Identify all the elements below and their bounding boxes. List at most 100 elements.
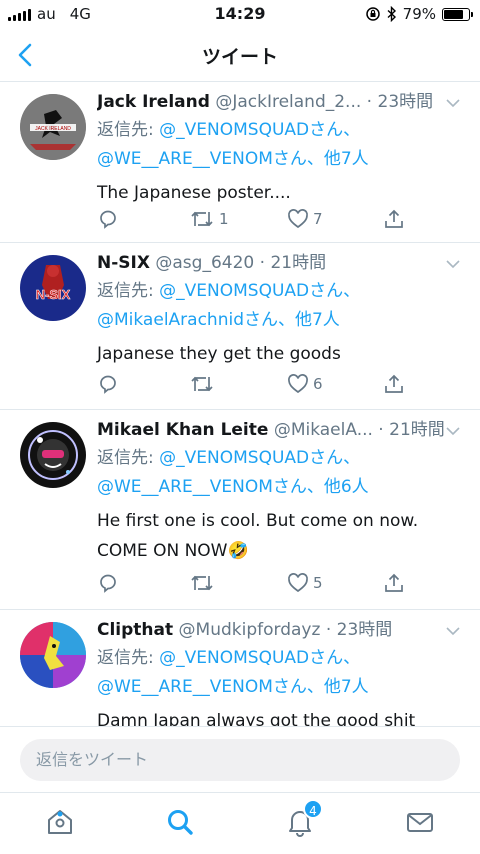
tweet-time: 23時間 [336, 620, 393, 640]
tweet-time: 21時間 [270, 253, 327, 273]
mail-icon[interactable] [405, 807, 435, 837]
author-handle[interactable]: @MikaelA... [274, 420, 373, 440]
tweet-text: Japanese they get the goods [97, 344, 341, 364]
reply-context: 返信先: @_VENOMSQUADさん、 @MikaelArachnidさん、他… [97, 277, 466, 335]
tweet-time: 23時間 [377, 92, 434, 112]
reply-icon [100, 375, 116, 394]
notification-badge: 4 [303, 799, 323, 819]
reply-prefix: 返信先: [97, 120, 160, 140]
search-icon[interactable] [165, 807, 195, 837]
battery-icon [442, 7, 473, 21]
tweet-actions: 5 [97, 572, 427, 596]
tweet-header: Jack Ireland @JackIreland_2... · 23時間 [97, 90, 466, 114]
author-name[interactable]: N-SIX [97, 253, 150, 273]
reply-prefix: 返信先: [97, 281, 160, 301]
separator-dot: · [254, 253, 271, 273]
reply-context: 返信先: @_VENOMSQUADさん、 @WE__ARE__VENOMさん、他… [97, 444, 466, 502]
reply-composer: 返信をツイート [0, 726, 480, 792]
reply-context: 返信先: @_VENOMSQUADさん、 @WE__ARE__VENOMさん、他… [97, 644, 466, 702]
reply-mention[interactable]: @_VENOMSQUADさん、 [159, 281, 360, 301]
heart-icon [288, 573, 308, 593]
like-button[interactable]: 7 [287, 208, 323, 230]
like-button[interactable]: 5 [287, 572, 323, 594]
bluetooth-icon [387, 6, 396, 22]
like-count: 5 [313, 574, 323, 592]
reply-feed[interactable]: JACK IRELAND Jack Ireland @JackIreland_2… [0, 82, 480, 726]
reply-mention[interactable]: @_VENOMSQUADさん、 [159, 648, 360, 668]
author-handle[interactable]: @Mudkipfordayz [179, 620, 321, 640]
reply-mention[interactable]: @WE__ARE__VENOMさん、他6人 [97, 477, 369, 497]
retweet-button[interactable] [189, 373, 219, 395]
chevron-down-icon[interactable] [446, 626, 460, 636]
tweet-actions: 6 [97, 373, 427, 397]
retweet-icon [191, 575, 213, 591]
tweet-text: The Japanese poster.... [97, 183, 291, 203]
reply-mention[interactable]: @_VENOMSQUADさん、 [159, 448, 360, 468]
retweet-button[interactable]: 1 [189, 208, 229, 230]
avatar[interactable]: N-SIX [20, 255, 86, 321]
tweet[interactable]: JACK IRELAND Jack Ireland @JackIreland_2… [0, 82, 480, 243]
share-icon [385, 209, 403, 228]
share-button[interactable] [383, 373, 405, 395]
tweet-text-line: He first one is cool. But come on now. [97, 511, 419, 531]
reply-mention[interactable]: @_VENOMSQUADさん、 [159, 120, 360, 140]
reply-button[interactable] [97, 373, 119, 395]
like-count: 7 [313, 210, 323, 228]
svg-text:JACK IRELAND: JACK IRELAND [35, 126, 71, 132]
tweet-header: Clipthat @Mudkipfordayz · 23時間 [97, 618, 466, 642]
tweet-header: N-SIX @asg_6420 · 21時間 [97, 251, 466, 275]
heart-icon [288, 209, 308, 229]
retweet-count: 1 [219, 210, 229, 228]
author-name[interactable]: Jack Ireland [97, 92, 210, 112]
author-handle[interactable]: @JackIreland_2... [215, 92, 361, 112]
tweet[interactable]: Clipthat @Mudkipfordayz · 23時間 返信先: @_VE… [0, 610, 480, 726]
like-button[interactable]: 6 [287, 373, 323, 395]
avatar[interactable]: JACK IRELAND [20, 94, 86, 160]
battery-percent: 79% [402, 5, 436, 23]
avatar[interactable] [20, 622, 86, 688]
separator-dot: · [361, 92, 378, 112]
reply-mention[interactable]: @WE__ARE__VENOMさん、他7人 [97, 149, 369, 169]
separator-dot: · [372, 420, 390, 440]
reply-context: 返信先: @_VENOMSQUADさん、 @WE__ARE__VENOMさん、他… [97, 116, 466, 174]
reply-prefix: 返信先: [97, 448, 160, 468]
chevron-down-icon[interactable] [446, 259, 460, 269]
share-button[interactable] [383, 572, 405, 594]
avatar[interactable] [20, 422, 86, 488]
tweet-text-line: COME ON NOW🤣 [97, 541, 249, 561]
reply-button[interactable] [97, 572, 119, 594]
author-name[interactable]: Clipthat [97, 620, 173, 640]
tab-bar: 4 [0, 792, 480, 854]
reply-icon [100, 574, 116, 593]
tweet-header: Mikael Khan Leite @MikaelA... · 21時間 [97, 418, 466, 442]
reply-button[interactable] [97, 208, 119, 230]
share-icon [385, 374, 403, 393]
tweet-actions: 1 7 [97, 208, 427, 232]
reply-icon [100, 210, 116, 229]
chevron-down-icon[interactable] [446, 98, 460, 108]
chevron-down-icon[interactable] [446, 426, 460, 436]
reply-mention[interactable]: @MikaelArachnidさん、他7人 [97, 310, 340, 330]
home-icon[interactable] [45, 807, 75, 837]
author-handle[interactable]: @asg_6420 [155, 253, 254, 273]
tweet[interactable]: N-SIX N-SIX @asg_6420 · 21時間 返信先: @_VENO… [0, 243, 480, 410]
notifications-tab[interactable]: 4 [285, 799, 323, 837]
reply-prefix: 返信先: [97, 648, 160, 668]
tweet-text: Damn Japan always got the good shit [97, 711, 416, 726]
retweet-button[interactable] [189, 572, 219, 594]
share-button[interactable] [383, 208, 405, 230]
retweet-icon [191, 211, 213, 227]
tweet[interactable]: Mikael Khan Leite @MikaelA... · 21時間 返信先… [0, 410, 480, 610]
reply-mention[interactable]: @WE__ARE__VENOMさん、他7人 [97, 677, 369, 697]
reply-input[interactable]: 返信をツイート [20, 739, 460, 781]
like-count: 6 [313, 375, 323, 393]
tweet-text: He first one is cool. But come on now. C… [97, 506, 466, 566]
navigation-bar: ツイート [0, 28, 480, 82]
rotation-lock-icon [365, 7, 380, 21]
heart-icon [288, 374, 308, 394]
page-title: ツイート [201, 46, 278, 68]
status-bar: au 4G 14:29 79% [0, 0, 480, 28]
author-name[interactable]: Mikael Khan Leite [97, 420, 268, 440]
share-icon [385, 573, 403, 592]
retweet-icon [191, 376, 213, 392]
